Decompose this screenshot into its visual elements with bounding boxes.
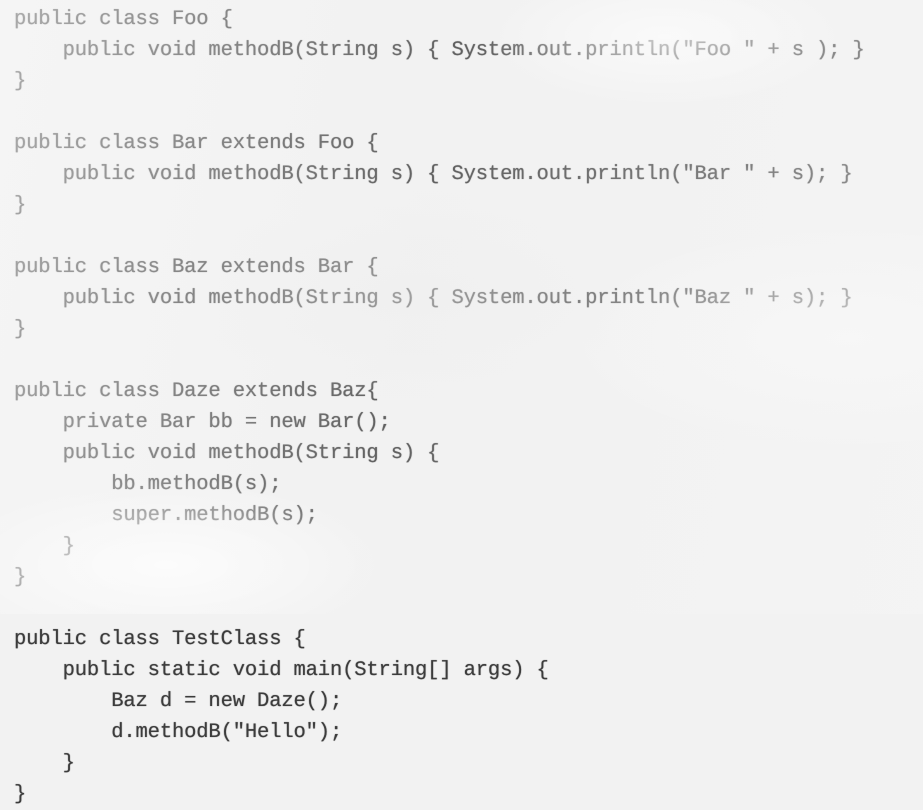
code-line: public void methodB(String s) { System.o… xyxy=(14,287,853,310)
code-line: } xyxy=(14,70,27,93)
code-line: public class TestClass { xyxy=(14,628,306,651)
code-line: Baz d = new Daze(); xyxy=(14,690,343,713)
code-listing: public class Foo { public void methodB(S… xyxy=(0,0,923,806)
code-line: public void methodB(String s) { xyxy=(14,442,440,465)
code-line: } xyxy=(14,566,27,589)
code-line: } xyxy=(14,535,75,558)
code-line: public static void main(String[] args) { xyxy=(14,659,549,682)
code-line: private Bar bb = new Bar(); xyxy=(14,411,391,434)
code-line: public void methodB(String s) { System.o… xyxy=(14,39,865,62)
code-line: super.methodB(s); xyxy=(14,504,318,527)
code-line: } xyxy=(14,318,27,341)
code-line: } xyxy=(14,194,27,217)
code-line: d.methodB("Hello"); xyxy=(14,721,343,744)
code-line: bb.methodB(s); xyxy=(14,473,282,496)
code-line: public class Baz extends Bar { xyxy=(14,256,379,279)
code-line: public void methodB(String s) { System.o… xyxy=(14,163,853,186)
code-line: public class Daze extends Baz{ xyxy=(14,380,379,403)
code-line: } xyxy=(14,783,27,806)
code-line: public class Foo { xyxy=(14,8,233,31)
code-line: } xyxy=(14,752,75,775)
code-line: public class Bar extends Foo { xyxy=(14,132,379,155)
